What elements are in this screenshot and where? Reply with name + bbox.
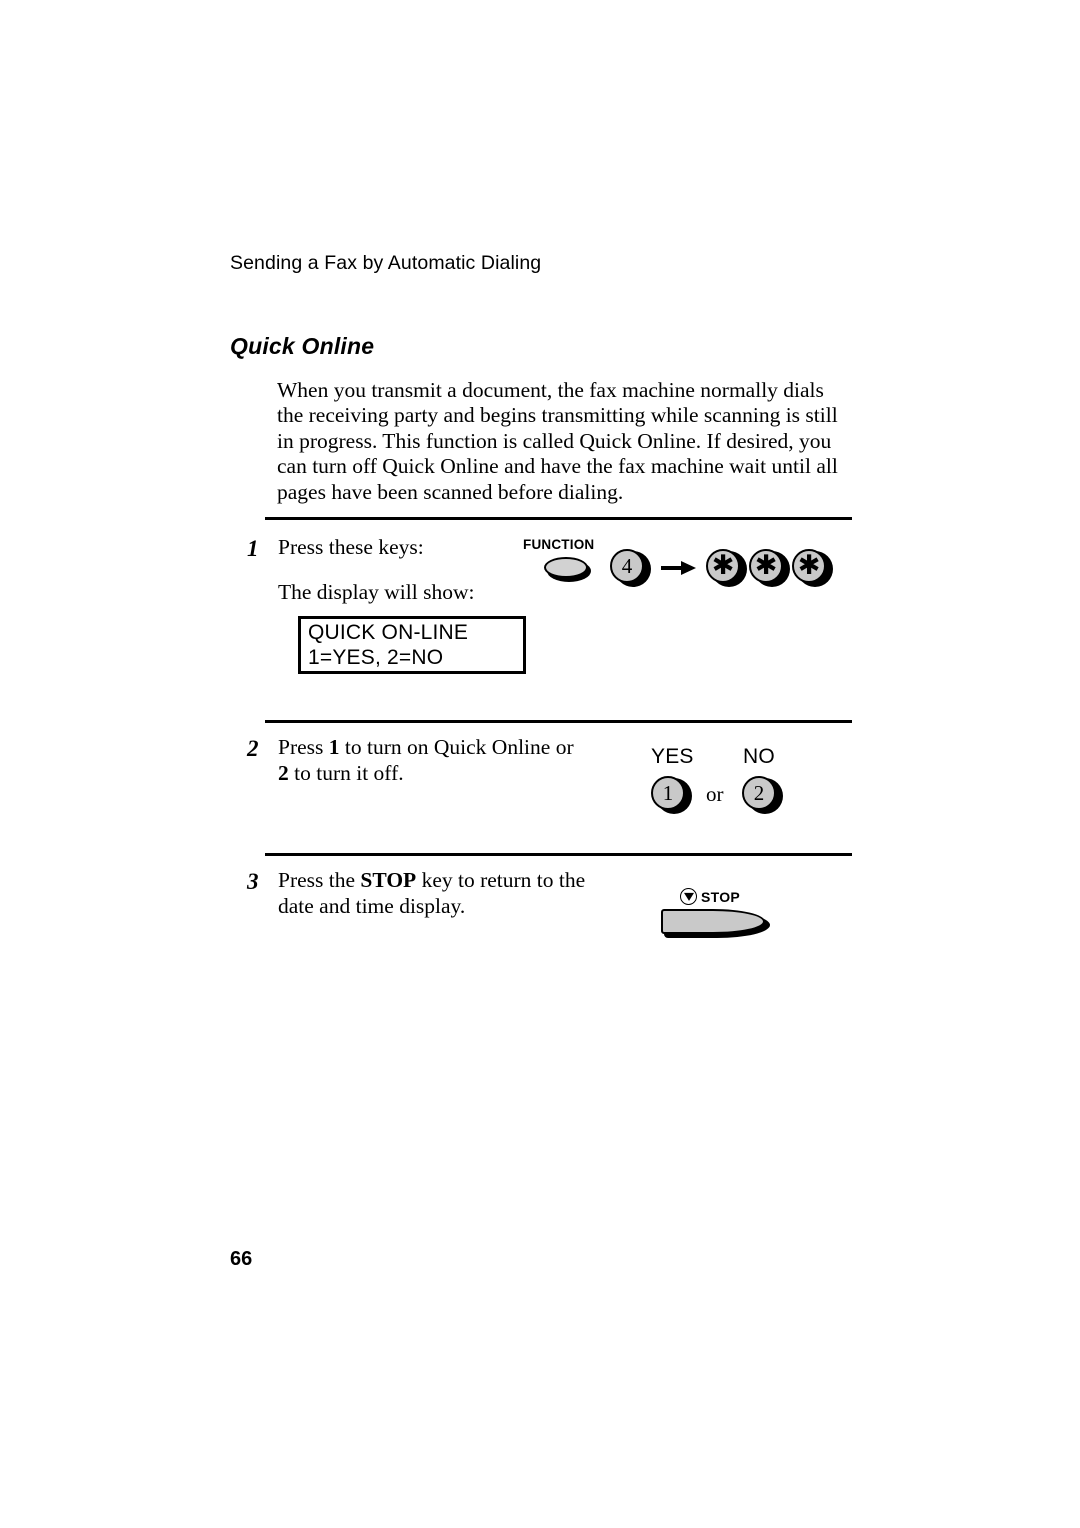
asterisk-key-3-glyph: ✱ bbox=[792, 549, 826, 583]
step-3-number: 3 bbox=[247, 869, 259, 894]
numeric-key-2[interactable]: 2 bbox=[742, 776, 783, 814]
divider-rule-3 bbox=[265, 853, 852, 856]
step-2-text-pre: Press bbox=[278, 735, 329, 759]
step-3-text-pre: Press the bbox=[278, 868, 361, 892]
page-title: Quick Online bbox=[230, 333, 375, 359]
asterisk-key-2-glyph: ✱ bbox=[749, 549, 783, 583]
no-label: NO bbox=[743, 745, 775, 768]
numeric-key-2-label: 2 bbox=[742, 776, 776, 810]
stop-key-caption: STOP bbox=[680, 888, 740, 905]
or-separator: or bbox=[706, 782, 724, 806]
step-2-text-mid: to turn on Quick Online or bbox=[339, 735, 574, 759]
lcd-line-2: 1=YES, 2=NO bbox=[308, 646, 444, 669]
arrow-right-icon bbox=[661, 561, 697, 575]
numeric-key-1[interactable]: 1 bbox=[651, 776, 692, 814]
step-2-bold-2: 2 bbox=[278, 760, 289, 785]
stop-triangle-icon bbox=[680, 888, 697, 905]
step-3-bold-1: STOP bbox=[360, 868, 417, 892]
step-2-bold-1: 1 bbox=[328, 735, 340, 759]
stop-key-face bbox=[661, 909, 765, 934]
lcd-line-1: QUICK ON-LINE bbox=[308, 621, 469, 644]
intro-paragraph: When you transmit a document, the fax ma… bbox=[277, 378, 838, 504]
asterisk-key-2[interactable]: ✱ bbox=[749, 549, 790, 587]
asterisk-key-3[interactable]: ✱ bbox=[792, 549, 833, 587]
stop-key[interactable]: STOP bbox=[658, 888, 798, 944]
step-2-instruction: Press 1 to turn on Quick Online or 2 to … bbox=[278, 735, 588, 786]
asterisk-key-1[interactable]: ✱ bbox=[706, 549, 747, 587]
function-key-label: FUNCTION bbox=[523, 537, 595, 552]
running-header: Sending a Fax by Automatic Dialing bbox=[230, 252, 542, 274]
step-2-text-post: to turn it off. bbox=[288, 760, 404, 785]
step-1-instruction: Press these keys: bbox=[278, 535, 424, 559]
page-number: 66 bbox=[230, 1248, 253, 1270]
stop-key-label: STOP bbox=[701, 888, 741, 905]
step-1-number: 1 bbox=[247, 536, 259, 561]
asterisk-key-1-glyph: ✱ bbox=[706, 549, 740, 583]
step-3-instruction: Press the STOP key to return to the date… bbox=[278, 868, 588, 919]
numeric-key-4[interactable]: 4 bbox=[610, 549, 651, 587]
lcd-display-box: QUICK ON-LINE 1=YES, 2=NO bbox=[298, 616, 526, 674]
numeric-key-1-label: 1 bbox=[651, 776, 685, 810]
step-1-display-prompt: The display will show: bbox=[278, 580, 475, 604]
yes-label: YES bbox=[651, 745, 694, 768]
numeric-key-4-label: 4 bbox=[610, 549, 644, 583]
manual-page: Sending a Fax by Automatic Dialing Quick… bbox=[0, 0, 1080, 1528]
function-key-face bbox=[544, 557, 588, 578]
step-2-number: 2 bbox=[247, 736, 259, 761]
divider-rule-2 bbox=[265, 720, 852, 723]
divider-rule-1 bbox=[265, 517, 852, 520]
function-key[interactable]: FUNCTION bbox=[522, 537, 614, 587]
